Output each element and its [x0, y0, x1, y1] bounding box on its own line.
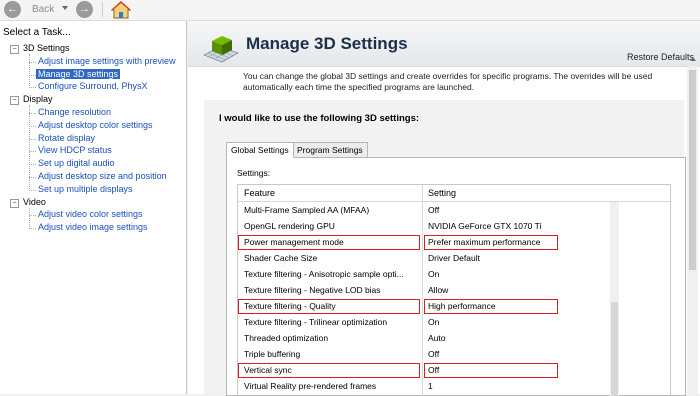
content-scrollbar-thumb[interactable] [689, 70, 696, 270]
settings-prompt: I would like to use the following 3D set… [219, 113, 420, 124]
tree-connector [29, 138, 36, 140]
home-icon[interactable] [110, 0, 132, 20]
tree-item[interactable]: Adjust image settings with preview [38, 56, 176, 66]
tree-category[interactable]: Video [23, 197, 46, 207]
forward-arrow-icon[interactable]: → [76, 1, 93, 18]
setting-cell[interactable]: 1 [428, 378, 433, 394]
tree-connector [29, 189, 36, 191]
feature-cell: Triple buffering [244, 349, 301, 359]
tree-connector [29, 228, 36, 230]
tree-connector [29, 54, 30, 89]
page-description: You can change the global 3D settings an… [243, 71, 653, 92]
highlight-box-feature [238, 299, 420, 314]
table-row[interactable]: Texture filtering - Negative LOD bias All… [238, 282, 610, 298]
highlight-box-feature [238, 235, 420, 250]
back-arrow-icon[interactable]: ← [4, 1, 21, 18]
page-banner: Manage 3D Settings Restore Defaults [188, 21, 700, 67]
highlight-box-feature [238, 363, 420, 378]
table-row[interactable]: Texture filtering - Anisotropic sample o… [238, 266, 610, 282]
feature-cell: Threaded optimization [244, 333, 329, 343]
feature-cell: Texture filtering - Anisotropic sample o… [244, 269, 404, 279]
tree-item[interactable]: Adjust desktop color settings [38, 120, 153, 130]
tree-connector [29, 74, 36, 76]
toolbar: ← Back → [0, 0, 700, 21]
collapse-toggle-icon[interactable]: − [10, 45, 19, 54]
tree-item[interactable]: View HDCP status [38, 145, 112, 155]
grid-scrollbar[interactable] [610, 202, 619, 396]
setting-cell[interactable]: Auto [428, 330, 446, 346]
collapse-toggle-icon[interactable]: − [10, 96, 19, 106]
grid-scrollbar-thumb[interactable] [611, 302, 618, 396]
column-feature[interactable]: Feature [244, 188, 275, 198]
tree-item[interactable]: Configure Surround, PhysX [38, 81, 148, 91]
highlight-box-setting [424, 235, 558, 250]
tree-connector [29, 215, 36, 217]
table-row[interactable]: Texture filtering - Trilinear optimizati… [238, 314, 610, 330]
settings-grid: Feature Setting Multi-Frame Sampled AA (… [237, 184, 671, 396]
table-row[interactable]: OpenGL rendering GPU NVIDIA GeForce GTX 1… [238, 218, 610, 234]
feature-cell: Virtual Reality pre-rendered frames [244, 381, 377, 391]
setting-cell[interactable]: Driver Default [428, 250, 480, 266]
highlight-box-setting [424, 363, 558, 378]
tree-item[interactable]: Rotate display [38, 133, 95, 143]
collapse-toggle-icon[interactable]: − [10, 198, 19, 208]
page-title: Manage 3D Settings [246, 34, 408, 53]
tree-item[interactable]: Adjust video color settings [38, 209, 143, 219]
tree-connector [29, 113, 36, 114]
tab-global-settings[interactable]: Global Settings [226, 142, 294, 158]
tree-connector [29, 61, 36, 63]
tree-connector [29, 164, 36, 166]
back-dropdown-icon[interactable] [62, 6, 68, 10]
toolbar-divider [102, 2, 103, 18]
table-row[interactable]: Triple buffering Off [238, 346, 610, 362]
table-row[interactable]: Virtual Reality pre-rendered frames 1 [238, 378, 610, 394]
task-panel: Select a Task... −3D Settings Adjust imag… [0, 21, 187, 394]
setting-cell[interactable]: On [428, 266, 439, 282]
back-button-label[interactable]: Back [32, 4, 54, 15]
scroll-up-arrow-icon[interactable] [690, 57, 696, 61]
tree-item[interactable]: Adjust video image settings [38, 222, 148, 232]
3d-settings-icon [200, 25, 242, 65]
grid-header: Feature Setting [238, 185, 670, 202]
highlight-box-setting [424, 299, 558, 314]
tree-connector [29, 125, 36, 127]
feature-cell: Texture filtering - Negative LOD bias [244, 285, 381, 295]
setting-cell[interactable]: On [428, 314, 439, 330]
tree-category[interactable]: Display [23, 94, 53, 104]
content-scrollbar[interactable] [687, 66, 698, 394]
tree-connector [29, 151, 36, 153]
tree-connector [29, 177, 36, 178]
tree-connector [29, 105, 30, 191]
table-row[interactable]: Shader Cache Size Driver Default [238, 250, 610, 266]
tab-program-settings[interactable]: Program Settings [292, 142, 368, 158]
tree-category[interactable]: 3D Settings [23, 43, 70, 53]
tree-item[interactable]: Set up digital audio [38, 158, 115, 168]
content-panel: Manage 3D Settings Restore Defaults You … [188, 21, 700, 396]
setting-cell[interactable]: Off [428, 346, 439, 362]
tree-item[interactable]: Adjust desktop size and position [38, 171, 167, 181]
tab-panel: Settings: Feature Setting Multi-Frame Sa… [226, 157, 686, 396]
tree-item[interactable]: Set up multiple displays [38, 184, 133, 194]
tree-item[interactable]: Manage 3D settings [36, 68, 121, 79]
settings-label: Settings: [237, 168, 271, 178]
setting-cell[interactable]: NVIDIA GeForce GTX 1070 Ti [428, 218, 541, 234]
feature-cell: Texture filtering - Trilinear optimizati… [244, 317, 388, 327]
settings-area: I would like to use the following 3D set… [204, 100, 686, 396]
tree-connector [29, 87, 36, 89]
feature-cell: Shader Cache Size [244, 253, 318, 263]
tree-connector [29, 207, 30, 229]
feature-cell: Multi-Frame Sampled AA (MFAA) [244, 205, 370, 215]
table-row[interactable]: Multi-Frame Sampled AA (MFAA) Off [238, 202, 610, 218]
setting-cell[interactable]: Off [428, 202, 439, 218]
task-panel-header: Select a Task... [3, 27, 71, 38]
feature-cell: OpenGL rendering GPU [244, 221, 335, 231]
setting-cell[interactable]: Allow [428, 282, 448, 298]
restore-defaults-link[interactable]: Restore Defaults [627, 52, 694, 62]
tree-item[interactable]: Change resolution [38, 107, 111, 117]
column-setting[interactable]: Setting [428, 188, 456, 198]
table-row[interactable]: Threaded optimization Auto [238, 330, 610, 346]
